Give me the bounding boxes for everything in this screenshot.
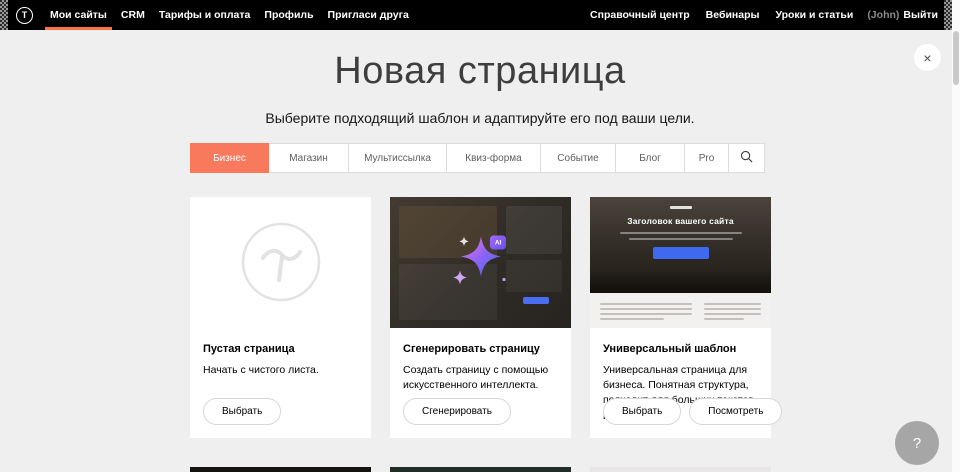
- scrollbar-thumb[interactable]: [953, 31, 959, 85]
- tab-multilink[interactable]: Мультиссылка: [348, 143, 447, 173]
- card-blank-page: Пустая страница Начать с чистого листа. …: [190, 197, 371, 438]
- nav-webinars[interactable]: Вебинары: [698, 0, 768, 30]
- tab-quiz-form[interactable]: Квиз-форма: [446, 143, 541, 173]
- search-icon: [740, 150, 753, 166]
- tab-search[interactable]: [728, 143, 765, 173]
- preview-text-column: [704, 300, 761, 321]
- preview-blue-button: [523, 297, 549, 304]
- card-title: Сгенерировать страницу: [403, 343, 558, 355]
- scrollbar: [952, 0, 960, 472]
- card-body: Пустая страница Начать с чистого листа. …: [190, 328, 371, 438]
- card-actions: Выбрать: [203, 398, 281, 425]
- preview-text-line: [620, 232, 742, 234]
- preview-text-line: [629, 238, 733, 240]
- ai-preview-image: AI: [390, 197, 571, 328]
- nav-invite-friend[interactable]: Пригласи друга: [321, 0, 416, 30]
- tab-business[interactable]: Бизнес: [190, 143, 269, 173]
- tab-pro[interactable]: Pro: [684, 143, 729, 173]
- nav-help-center[interactable]: Справочный центр: [582, 0, 698, 30]
- user-group: (John) Выйти: [861, 9, 938, 21]
- new-page-dialog: T Мои сайты CRM Тарифы и оплата Профиль …: [0, 0, 960, 472]
- template-card-partial[interactable]: [190, 467, 371, 472]
- card-body: Сгенерировать страницу Создать страницу …: [390, 328, 571, 438]
- secondary-nav: Справочный центр Вебинары Уроки и статьи…: [582, 0, 938, 30]
- tab-event[interactable]: Событие: [540, 143, 616, 173]
- preview-hero: Заголовок вашего сайта: [590, 197, 771, 293]
- view-template-button[interactable]: Посмотреть: [689, 398, 782, 425]
- preview-text-column: [600, 300, 692, 321]
- card-universal-template: Заголовок вашего сайта Универсальный шаб…: [590, 197, 771, 438]
- card-actions: Выбрать Посмотреть: [603, 398, 782, 425]
- preview-text-section: [590, 293, 771, 328]
- tilda-circle-logo-icon: [241, 222, 321, 302]
- ai-sparkle-icon: AI: [444, 224, 518, 298]
- ai-badge: AI: [490, 236, 506, 250]
- nav-profile[interactable]: Профиль: [257, 0, 320, 30]
- template-card-partial[interactable]: [390, 467, 571, 472]
- card-title: Пустая страница: [203, 343, 358, 355]
- logout-link[interactable]: Выйти: [903, 9, 938, 21]
- preview-logo: [670, 206, 692, 209]
- checker-pattern-right: [944, 0, 952, 30]
- nav-my-sites[interactable]: Мои сайты: [43, 0, 114, 30]
- universal-preview-image: Заголовок вашего сайта: [590, 197, 771, 328]
- page-title: Новая страница: [0, 50, 960, 93]
- choose-blank-button[interactable]: Выбрать: [203, 398, 281, 425]
- preview-hero-title: Заголовок вашего сайта: [590, 216, 771, 226]
- blank-page-preview: [190, 197, 371, 328]
- card-actions: Сгенерировать: [403, 398, 511, 425]
- tab-store[interactable]: Магазин: [268, 143, 349, 173]
- help-button[interactable]: ?: [895, 421, 939, 465]
- card-description: Начать с чистого листа.: [203, 363, 358, 378]
- card-description: Создать страницу с помощью искусственног…: [403, 363, 558, 393]
- generate-button[interactable]: Сгенерировать: [403, 398, 511, 425]
- tab-blog[interactable]: Блог: [615, 143, 685, 173]
- choose-template-button[interactable]: Выбрать: [603, 398, 681, 425]
- page-subtitle: Выберите подходящий шаблон и адаптируйте…: [0, 110, 960, 126]
- topbar: T Мои сайты CRM Тарифы и оплата Профиль …: [0, 0, 960, 30]
- checker-pattern-left: [0, 0, 8, 30]
- preview-cta-button: [653, 247, 709, 259]
- card-title: Универсальный шаблон: [603, 343, 758, 355]
- card-ai-generate: AI Сгенерировать страницу Создать страни…: [390, 197, 571, 438]
- main-nav: Мои сайты CRM Тарифы и оплата Профиль Пр…: [43, 0, 416, 30]
- close-button[interactable]: ×: [914, 44, 941, 71]
- nav-pricing[interactable]: Тарифы и оплата: [152, 0, 258, 30]
- nav-crm[interactable]: CRM: [114, 0, 152, 30]
- template-category-tabs: Бизнес Магазин Мультиссылка Квиз-форма С…: [190, 143, 772, 173]
- tilda-logo[interactable]: T: [16, 7, 33, 24]
- template-card-partial[interactable]: [590, 467, 771, 472]
- username: (John): [867, 9, 899, 21]
- template-grid-row2: [190, 467, 771, 472]
- template-grid: Пустая страница Начать с чистого листа. …: [190, 197, 771, 438]
- card-body: Универсальный шаблон Универсальная стран…: [590, 328, 771, 438]
- nav-lessons[interactable]: Уроки и статьи: [767, 0, 861, 30]
